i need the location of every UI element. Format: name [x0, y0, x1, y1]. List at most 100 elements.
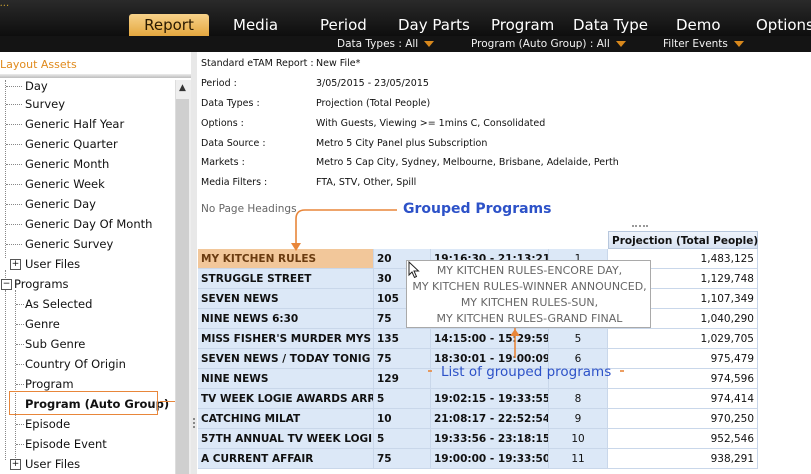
tree-item-user-files[interactable]: User Files	[25, 254, 80, 274]
annotation-list-grouped-programs: List of grouped programs	[441, 364, 612, 380]
grip-dot	[193, 418, 195, 420]
info-label-report: Standard eTAM Report :	[201, 58, 314, 69]
tree-item-generic-day-of-month[interactable]: Generic Day Of Month	[25, 214, 152, 234]
program-dropdown[interactable]: Program (Auto Group) : All	[471, 36, 626, 52]
tree-item-generic-half-year[interactable]: Generic Half Year	[25, 114, 124, 134]
collapse-icon[interactable]: −	[1, 279, 12, 290]
filter-sub-bar: Data Types : All Program (Auto Group) : …	[0, 36, 811, 52]
cell-program[interactable]: TV WEEK LOGIE AWARDS ARR	[198, 389, 374, 409]
info-value-media-filters: FTA, STV, Other, Spill	[316, 177, 417, 188]
tree-connector	[6, 244, 22, 245]
expand-icon[interactable]: +	[10, 459, 21, 470]
cell-count[interactable]: 75	[374, 449, 431, 469]
tree-guide-line	[5, 270, 6, 278]
cell-episode[interactable]: 10	[549, 429, 608, 449]
cell-program[interactable]: STRUGGLE STREET	[198, 269, 374, 289]
info-label-data-source: Data Source :	[201, 138, 266, 149]
cell-projection[interactable]: 952,546	[608, 429, 758, 449]
tree-item-generic-month[interactable]: Generic Month	[25, 154, 109, 174]
cell-count[interactable]: 5	[374, 389, 431, 409]
menu-media[interactable]: Media	[233, 14, 278, 36]
tree-guide-line	[5, 290, 6, 460]
scroll-up-icon[interactable]: ▲	[176, 80, 189, 96]
tree-item-sub-genre[interactable]: Sub Genre	[25, 334, 85, 354]
annotation-highlight-box	[9, 391, 158, 415]
menu-day-parts[interactable]: Day Parts	[398, 14, 470, 36]
panel-title: Layout Assets	[0, 58, 77, 71]
menu-options[interactable]: Options	[756, 14, 811, 36]
tree-connector	[16, 384, 24, 385]
cell-count[interactable]: 75	[374, 349, 431, 369]
tree-item-programs[interactable]: Programs	[14, 274, 69, 294]
app-logo: ...	[0, 0, 10, 8]
no-page-headings: No Page Headings	[201, 203, 297, 215]
tooltip-line: MY KITCHEN RULES-WINNER ANNOUNCED,	[412, 280, 647, 293]
info-label-markets: Markets :	[201, 157, 245, 168]
tree-item-generic-survey[interactable]: Generic Survey	[25, 234, 113, 254]
grouped-programs-tooltip: MY KITCHEN RULES-ENCORE DAY, MY KITCHEN …	[406, 260, 651, 328]
panel-header: Layout Assets	[0, 58, 191, 78]
panel-splitter[interactable]	[191, 52, 197, 474]
cell-program[interactable]: A CURRENT AFFAIR	[198, 449, 374, 469]
tree-connector	[16, 304, 24, 305]
scrollbar-thumb[interactable]	[176, 99, 189, 474]
menu-report[interactable]: Report	[129, 14, 209, 36]
cell-time-range[interactable]: 14:15:00 - 15:29:59	[431, 329, 549, 349]
tree-connector	[6, 164, 22, 165]
menu-program[interactable]: Program	[491, 14, 554, 36]
cell-episode[interactable]: 8	[549, 389, 608, 409]
cell-time-range[interactable]: 19:33:56 - 23:18:15	[431, 429, 549, 449]
tree-item-generic-day[interactable]: Generic Day	[25, 194, 96, 214]
expand-icon[interactable]: +	[10, 259, 21, 270]
tree-item-episode[interactable]: Episode	[25, 414, 70, 434]
tree-connector	[6, 144, 22, 145]
filter-events-dropdown[interactable]: Filter Events	[663, 36, 744, 52]
cell-projection[interactable]: 974,596	[608, 369, 758, 389]
info-value-period: 3/05/2015 - 23/05/2015	[316, 78, 429, 89]
cell-program[interactable]: MY KITCHEN RULES	[198, 249, 374, 269]
cell-projection[interactable]: 970,250	[608, 409, 758, 429]
tree-item-genre[interactable]: Genre	[25, 314, 60, 334]
menu-data-type[interactable]: Data Type	[573, 14, 648, 36]
tree-item-user-files-2[interactable]: User Files	[25, 454, 80, 474]
tree-guide-line	[15, 290, 16, 462]
info-value-data-source: Metro 5 City Panel plus Subscription	[316, 138, 488, 149]
tree-item-survey[interactable]: Survey	[25, 94, 65, 114]
cell-program[interactable]: NINE NEWS	[198, 369, 374, 389]
cell-episode[interactable]: 11	[549, 449, 608, 469]
tree-item-generic-week[interactable]: Generic Week	[25, 174, 105, 194]
cell-count[interactable]: 5	[374, 429, 431, 449]
tree-item-day[interactable]: Day	[25, 76, 48, 96]
cell-time-range[interactable]: 21:08:17 - 22:52:54	[431, 409, 549, 429]
program-dropdown-label: Program (Auto Group) : All	[471, 38, 610, 50]
cell-count[interactable]: 10	[374, 409, 431, 429]
cell-time-range[interactable]: 19:02:15 - 19:33:55	[431, 389, 549, 409]
cell-projection[interactable]: 1,029,705	[608, 329, 758, 349]
cell-program[interactable]: SEVEN NEWS / TODAY TONIG	[198, 349, 374, 369]
cell-time-range[interactable]: 19:00:00 - 19:33:50	[431, 449, 549, 469]
chevron-down-icon	[615, 41, 626, 47]
cell-projection[interactable]: 938,291	[608, 449, 758, 469]
mouse-cursor-icon	[408, 261, 420, 279]
cell-program[interactable]: SEVEN NEWS	[198, 289, 374, 309]
menu-demo[interactable]: Demo	[676, 14, 721, 36]
cell-program[interactable]: CATCHING MILAT	[198, 409, 374, 429]
menu-period[interactable]: Period	[320, 14, 367, 36]
cell-count[interactable]: 129	[374, 369, 431, 389]
column-header-projection[interactable]: Projection (Total People)	[608, 231, 758, 249]
cell-episode[interactable]: 5	[549, 329, 608, 349]
cell-projection[interactable]: 975,479	[608, 349, 758, 369]
tree-item-generic-quarter[interactable]: Generic Quarter	[25, 134, 118, 154]
cell-count[interactable]: 135	[374, 329, 431, 349]
data-types-dropdown[interactable]: Data Types : All	[337, 36, 435, 52]
tree-item-as-selected[interactable]: As Selected	[25, 294, 92, 314]
cell-program[interactable]: 57TH ANNUAL TV WEEK LOGI	[198, 429, 374, 449]
cell-projection[interactable]: 974,414	[608, 389, 758, 409]
tree-item-episode-event[interactable]: Episode Event	[25, 434, 107, 454]
info-value-options: With Guests, Viewing >= 1mins C, Consoli…	[316, 118, 546, 129]
tree-item-country-of-origin[interactable]: Country Of Origin	[25, 354, 126, 374]
cell-program[interactable]: NINE NEWS 6:30	[198, 309, 374, 329]
cell-program[interactable]: MISS FISHER'S MURDER MYS	[198, 329, 374, 349]
cell-episode[interactable]: 9	[549, 409, 608, 429]
column-grip	[632, 225, 648, 230]
